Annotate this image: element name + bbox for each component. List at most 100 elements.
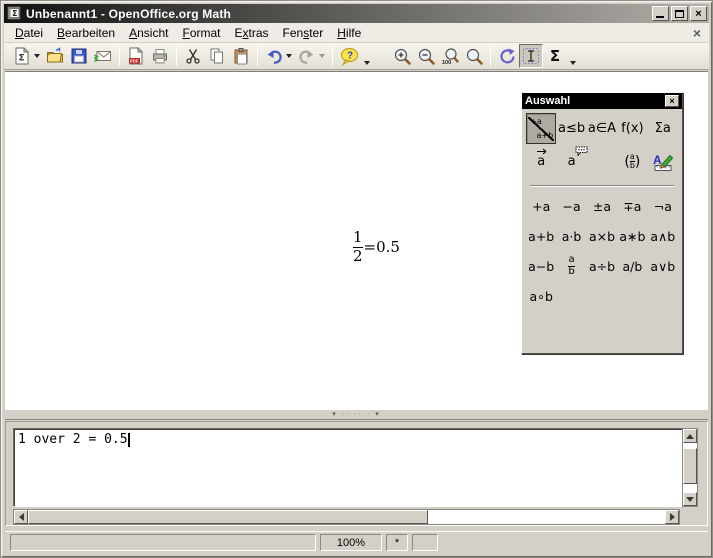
menu-extras[interactable]: Extras [228,24,276,42]
toolbar-separator [119,46,120,66]
symbol-plusminus-a[interactable]: ±a [587,191,617,221]
new-dropdown-icon[interactable] [34,54,40,58]
toolbar-separator [490,46,491,66]
symbol-a-and-b[interactable]: a∧b [648,221,678,251]
zoom-in-button[interactable] [390,44,414,68]
menu-format[interactable]: Format [175,24,227,42]
zoom-out-button[interactable] [414,44,438,68]
menu-fenster[interactable]: Fenster [276,24,331,42]
minimize-icon [656,16,664,18]
refresh-button[interactable] [495,44,519,68]
splitter-handle[interactable]: ▾ ·· ·· · ▾ [5,409,708,420]
toolbar-options-button[interactable] [363,44,374,68]
symbol-a-times-b[interactable]: a×b [587,221,617,251]
symbol-a-slash-b[interactable]: a/b [617,251,647,281]
send-email-button[interactable] [91,44,115,68]
selection-window: Auswahl × +a a+b a≤b a∈A f(x) Σa a [521,92,683,354]
status-modified-pane: * [386,534,408,551]
selection-title: Auswahl [525,95,570,107]
email-icon [94,47,112,65]
selection-titlebar[interactable]: Auswahl × [522,93,682,109]
symbol-a-circ-b[interactable]: a∘b [526,281,556,311]
new-formula-button[interactable]: Σ [10,44,34,68]
category-operators[interactable]: Σa [648,113,678,144]
category-relations[interactable]: a≤b [556,113,586,144]
paste-button[interactable] [229,44,253,68]
arrow-left-icon [19,513,24,521]
window-title: Unbenannt1 - OpenOffice.org Math [26,7,231,21]
redo-dropdown-icon [319,54,325,58]
symbol-minusplus-a[interactable]: ∓a [617,191,647,221]
symbol-a-minus-b[interactable]: a−b [526,251,556,281]
toolbar-options-button[interactable] [569,44,580,68]
svg-text:100: 100 [442,60,451,66]
export-pdf-button[interactable]: PDF [124,44,148,68]
help-button[interactable]: ? [337,44,361,68]
minimize-button[interactable] [652,6,669,21]
save-button[interactable] [67,44,91,68]
vertical-scroll-thumb[interactable] [683,448,697,484]
status-zoom-pane[interactable]: 100% [320,534,382,551]
new-formula-icon: Σ [13,47,31,65]
scroll-right-button[interactable] [665,510,679,524]
formula-cursor-icon [522,47,540,65]
status-extra-pane [412,534,438,551]
splitter-grip-icon: ▾ ·· ·· · ▾ [332,411,380,418]
menu-bearbeiten[interactable]: Bearbeiten [50,24,122,42]
zoom-out-icon [417,47,436,66]
symbol-a-over-b[interactable]: a b [556,251,586,281]
symbol-a-plus-b[interactable]: a+b [526,221,556,251]
redo-button[interactable] [295,44,319,68]
cut-button[interactable] [181,44,205,68]
scroll-down-button[interactable] [683,492,697,506]
category-formats[interactable]: A [648,146,678,177]
zoom-full-button[interactable] [462,44,486,68]
fraction-denominator: 2 [353,249,363,265]
sigma-icon: Σ [550,47,560,65]
symbol-plus-a[interactable]: +a [526,191,556,221]
refresh-icon [498,47,516,65]
horizontal-scrollbar[interactable] [13,509,680,525]
horizontal-scroll-thumb[interactable] [28,510,428,524]
undo-button[interactable] [262,44,286,68]
svg-text:?: ? [347,50,353,61]
menu-ansicht[interactable]: Ansicht [122,24,175,42]
undo-dropdown-icon[interactable] [286,54,292,58]
category-unary-binary-operators[interactable]: +a a+b [526,113,556,144]
menu-datei[interactable]: Datei [8,24,50,42]
symbol-a-ast-b[interactable]: a∗b [617,221,647,251]
scroll-up-button[interactable] [683,429,697,443]
command-editor[interactable]: 1 over 2 = 0.5 [13,428,686,507]
copy-icon [208,47,226,65]
close-button[interactable]: × [690,6,707,21]
category-attributes[interactable]: a [526,146,556,177]
standard-toolbar: Σ [4,43,709,70]
category-brackets[interactable]: ( a b ) [617,146,647,177]
menu-hilfe[interactable]: Hilfe [330,24,368,42]
selection-close-button[interactable]: × [665,95,679,107]
formula-view[interactable]: 1 2 =0.5 Auswahl × +a a+b a≤b [5,71,708,409]
close-document-icon[interactable]: × [693,27,701,39]
open-button[interactable] [43,44,67,68]
category-set-operations[interactable]: a∈A [587,113,617,144]
symbol-not-a[interactable]: ¬a [648,191,678,221]
symbol-a-div-b[interactable]: a÷b [587,251,617,281]
print-button[interactable] [148,44,172,68]
fraction-numerator: 1 [353,230,363,246]
symbol-a-or-b[interactable]: a∨b [648,251,678,281]
category-others[interactable]: a [556,146,586,177]
symbols-catalog-button[interactable]: Σ [543,44,567,68]
toolbar-separator [332,46,333,66]
symbol-minus-a[interactable]: −a [556,191,586,221]
maximize-button[interactable] [671,6,688,21]
vertical-scrollbar[interactable] [682,428,698,507]
titlebar[interactable]: Σ Unbenannt1 - OpenOffice.org Math × [4,4,709,23]
formula-cursor-button[interactable] [519,44,543,68]
category-functions[interactable]: f(x) [617,113,647,144]
copy-button[interactable] [205,44,229,68]
zoom-full-icon [465,47,484,66]
fraction: 1 2 [353,230,363,265]
symbol-a-cdot-b[interactable]: a⋅b [556,221,586,251]
scroll-left-button[interactable] [14,510,28,524]
zoom-100-button[interactable]: 100 [438,44,462,68]
